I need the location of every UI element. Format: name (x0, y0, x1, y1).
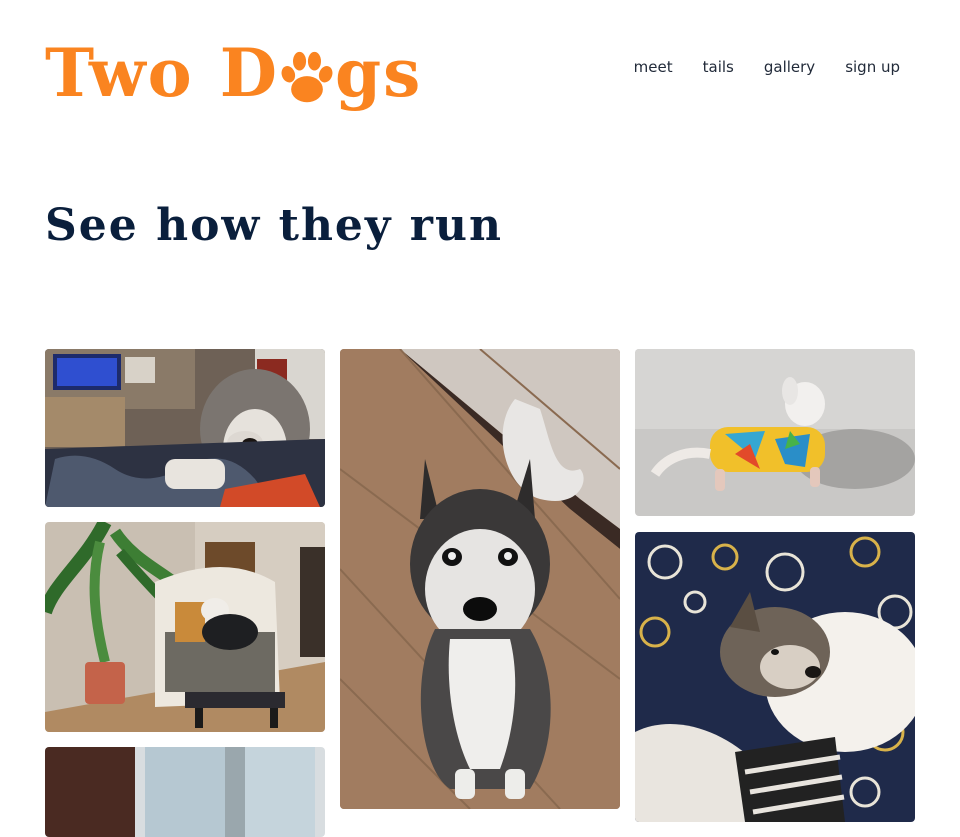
nav-gallery[interactable]: gallery (764, 58, 815, 76)
main-nav: meet tails gallery sign up (634, 58, 900, 76)
site-logo[interactable]: Two D gs (45, 30, 422, 120)
photo-puppy-paisley[interactable] (635, 532, 915, 822)
logo-word-two: Two (45, 34, 194, 112)
nav-meet[interactable]: meet (634, 58, 673, 76)
paw-icon (279, 50, 335, 106)
photo-husky-bed[interactable] (45, 349, 325, 507)
photo-window-room[interactable] (45, 747, 325, 837)
photo-small-dog-armchair[interactable] (45, 522, 325, 732)
logo-letter-d: D (219, 34, 279, 112)
nav-tails[interactable]: tails (703, 58, 734, 76)
nav-sign-up[interactable]: sign up (845, 58, 900, 76)
page-title: See how they run (45, 200, 503, 251)
photo-small-dog-shirt[interactable] (635, 349, 915, 516)
logo-letters-gs: gs (334, 34, 423, 112)
photo-husky-wood-floor[interactable] (340, 349, 620, 809)
